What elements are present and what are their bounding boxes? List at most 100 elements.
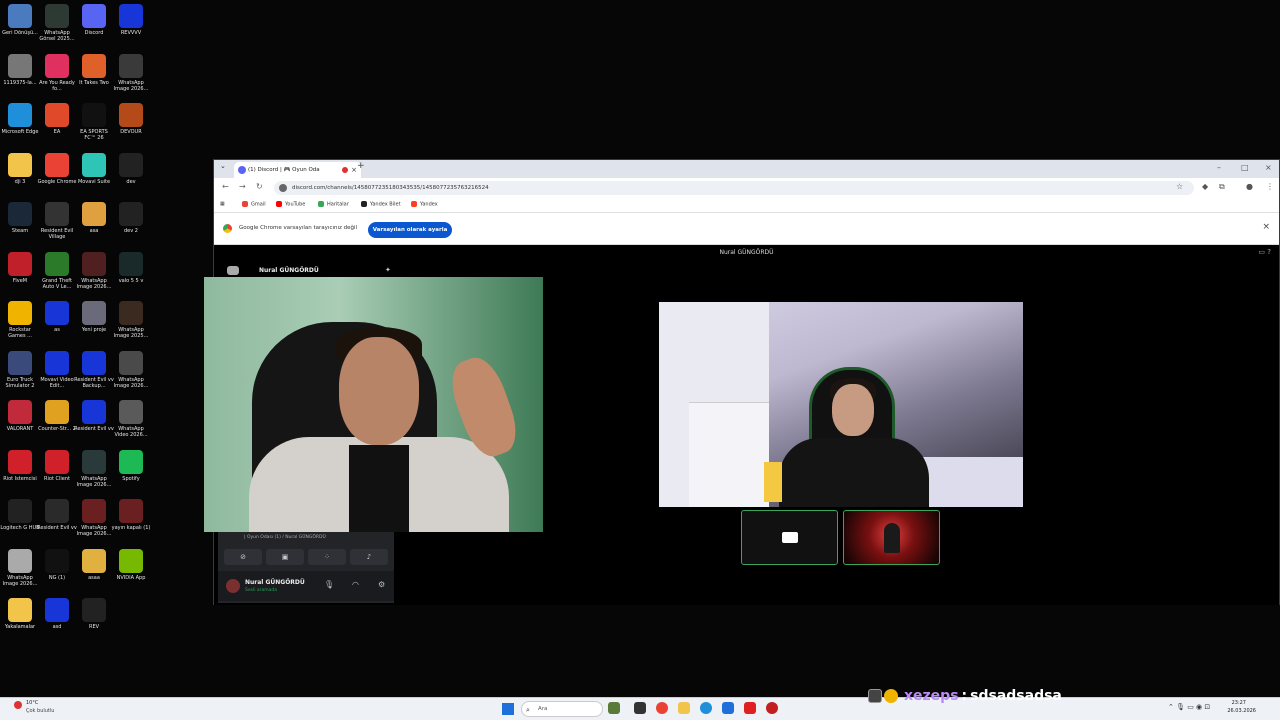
desktop-icon[interactable]: Counter-Str... 2 [37,400,77,448]
bookmark-yandex-bilet[interactable]: Yandex Bilet [361,201,401,208]
task-view-icon[interactable] [634,702,646,714]
desktop-icon[interactable]: Microsoft Edge [0,103,40,151]
discord-logo-icon[interactable] [227,266,239,275]
address-bar[interactable]: discord.com/channels/1458077235180343535… [274,181,1194,195]
site-info-icon[interactable] [279,184,287,192]
back-arrow-icon[interactable]: ← [222,182,229,191]
popout-icon[interactable]: ▭ [1258,248,1265,256]
desktop-icon[interactable]: asaa [74,548,114,597]
clock-time[interactable]: 23:27 [1232,700,1246,706]
bookmark-gmail[interactable]: Gmail [242,201,266,208]
desktop-icon[interactable]: WhatsApp Görsel 2025... [37,4,77,52]
apps-grid-icon[interactable]: ▦ [220,201,225,207]
desktop-icon[interactable]: Steam [0,202,40,250]
file-explorer-icon[interactable] [678,702,690,714]
desktop-icon[interactable]: Riot Client [37,449,77,498]
obs-icon[interactable] [766,702,778,714]
desktop-icon[interactable]: Geri Dönüşü... [0,4,40,52]
soundboard-button[interactable]: ♪ [350,549,388,565]
help-icon[interactable]: ? [1267,248,1271,256]
set-default-button[interactable]: Varsayılan olarak ayarla [368,222,452,238]
tab-list-chevron-icon[interactable]: ⌄ [220,162,226,170]
desktop-icon[interactable]: NG (1) [37,548,77,597]
desktop-icon[interactable]: Riot İstemcisi [0,449,40,498]
desktop-icon[interactable]: Resident Evil Village [37,202,77,250]
weather-temp[interactable]: 10°C [26,700,38,706]
chrome-icon[interactable] [656,702,668,714]
desktop-icon[interactable]: EA [37,103,77,151]
avatar[interactable] [226,579,240,593]
new-tab-plus-icon[interactable]: + [357,161,365,171]
bookmark-yandex[interactable]: Yandex [411,201,438,208]
taskbar-search[interactable]: ⌕ Ara [521,701,603,717]
desktop-icon[interactable]: as [37,301,77,349]
desktop-icon[interactable]: WhatsApp Image 2026... [111,350,151,399]
infobar-close-icon[interactable]: × [1262,222,1270,232]
desktop-icon[interactable]: WhatsApp Image 2026... [74,499,114,547]
taskbar-app-icon[interactable] [608,702,620,714]
window-close-icon[interactable]: × [1265,163,1272,172]
desktop-icon[interactable]: dji 3 [0,152,40,201]
video-off-button[interactable]: ⊘ [224,549,262,565]
desktop-icon[interactable]: dev 2 [111,202,151,250]
start-button[interactable] [502,703,514,715]
desktop-icon[interactable]: Are You Ready fo... [37,53,77,102]
desktop-icon[interactable]: WhatsApp Image 2026... [74,251,114,300]
reload-icon[interactable]: ↻ [256,182,263,191]
desktop-icon[interactable]: EA SPORTS FC™ 26 [74,103,114,151]
desktop-icon[interactable]: Rockstar Games ... [0,301,40,349]
desktop-icon[interactable]: REV [74,598,114,646]
desktop-icon[interactable]: dev [111,152,151,201]
desktop-icon[interactable]: WhatsApp Image 2025... [111,301,151,349]
screen-share-button[interactable]: ▣ [266,549,304,565]
desktop-icon[interactable]: valo 5 5 v [111,251,151,300]
desktop-icon[interactable]: Resident Evil vv Backup... [74,350,114,399]
desktop-icon[interactable]: WhatsApp Video 2026... [111,400,151,448]
activities-button[interactable]: ⁘ [308,549,346,565]
desktop-icon[interactable]: Movavi Video Edit... [37,350,77,399]
desktop-icon[interactable]: WhatsApp Image 2026... [0,548,40,597]
weather-icon[interactable] [14,701,22,709]
desktop-icon[interactable]: WhatsApp Image 2026... [74,449,114,498]
voice-room[interactable]: | Oyun Odası (1) / Nural GÜNGÖRDÜ [244,535,326,540]
microphone-icon[interactable]: 🎙 [324,580,334,589]
desktop-icon[interactable]: WhatsApp Image 2026... [111,53,151,102]
desktop-icon[interactable]: NVIDIA App [111,548,151,597]
bookmark-maps[interactable]: Haritalar [318,201,349,208]
forward-arrow-icon[interactable]: → [239,182,246,191]
settings-gear-icon[interactable]: ⚙ [378,580,385,589]
desktop-icon[interactable]: Movavi Suite [74,152,114,201]
remote-video-tile[interactable] [659,302,1023,507]
camera-tile[interactable] [741,510,838,565]
desktop-icon[interactable]: Spotify [111,449,151,498]
desktop-icon[interactable]: VALORANT [0,400,40,448]
desktop-icon[interactable]: REVVVV [111,4,151,52]
desktop-icon[interactable]: yayın kapalı (1) [111,499,151,547]
desktop-icon[interactable]: Logitech G HUB [0,499,40,547]
maximize-icon[interactable]: □ [1241,163,1249,172]
edge-icon[interactable] [700,702,712,714]
puzzle-extensions-icon[interactable]: ⧉ [1219,182,1225,192]
desktop-icon[interactable]: Yeni proje [74,301,114,349]
store-icon[interactable] [722,702,734,714]
desktop-icon[interactable]: It Takes Two [74,53,114,102]
profile-avatar-icon[interactable]: ● [1246,182,1253,191]
bookmark-star-icon[interactable]: ☆ [1176,182,1183,191]
desktop-icon[interactable]: Euro Truck Simulator 2 [0,350,40,399]
server-name[interactable]: Nural GÜNGÖRDÜ [259,267,319,274]
add-friend-icon[interactable]: ✦ [385,266,391,274]
desktop-icon[interactable]: Discord [74,4,114,52]
desktop-icon[interactable]: Google Chrome [37,152,77,201]
weather-desc[interactable]: Çok bulutlu [26,708,54,714]
system-tray[interactable]: ⌃ 🎙 ▭ ◉ ⊡ [1168,703,1210,711]
desktop-icon[interactable]: Grand Theft Auto V Le... [37,251,77,300]
desktop-icon[interactable]: Resident Evil vv [74,400,114,448]
desktop-icon[interactable]: FiveM [0,251,40,300]
participant-avatar-tile[interactable] [843,510,940,565]
desktop-icon[interactable]: Resident Evil vv [37,499,77,547]
minimize-icon[interactable]: – [1217,163,1221,172]
desktop-icon[interactable]: 1119375-la... [0,53,40,102]
desktop-icon[interactable]: asd [37,598,77,646]
desktop-icon[interactable]: Yakalamalar [0,598,40,646]
extension-icon[interactable]: ◆ [1202,182,1208,191]
